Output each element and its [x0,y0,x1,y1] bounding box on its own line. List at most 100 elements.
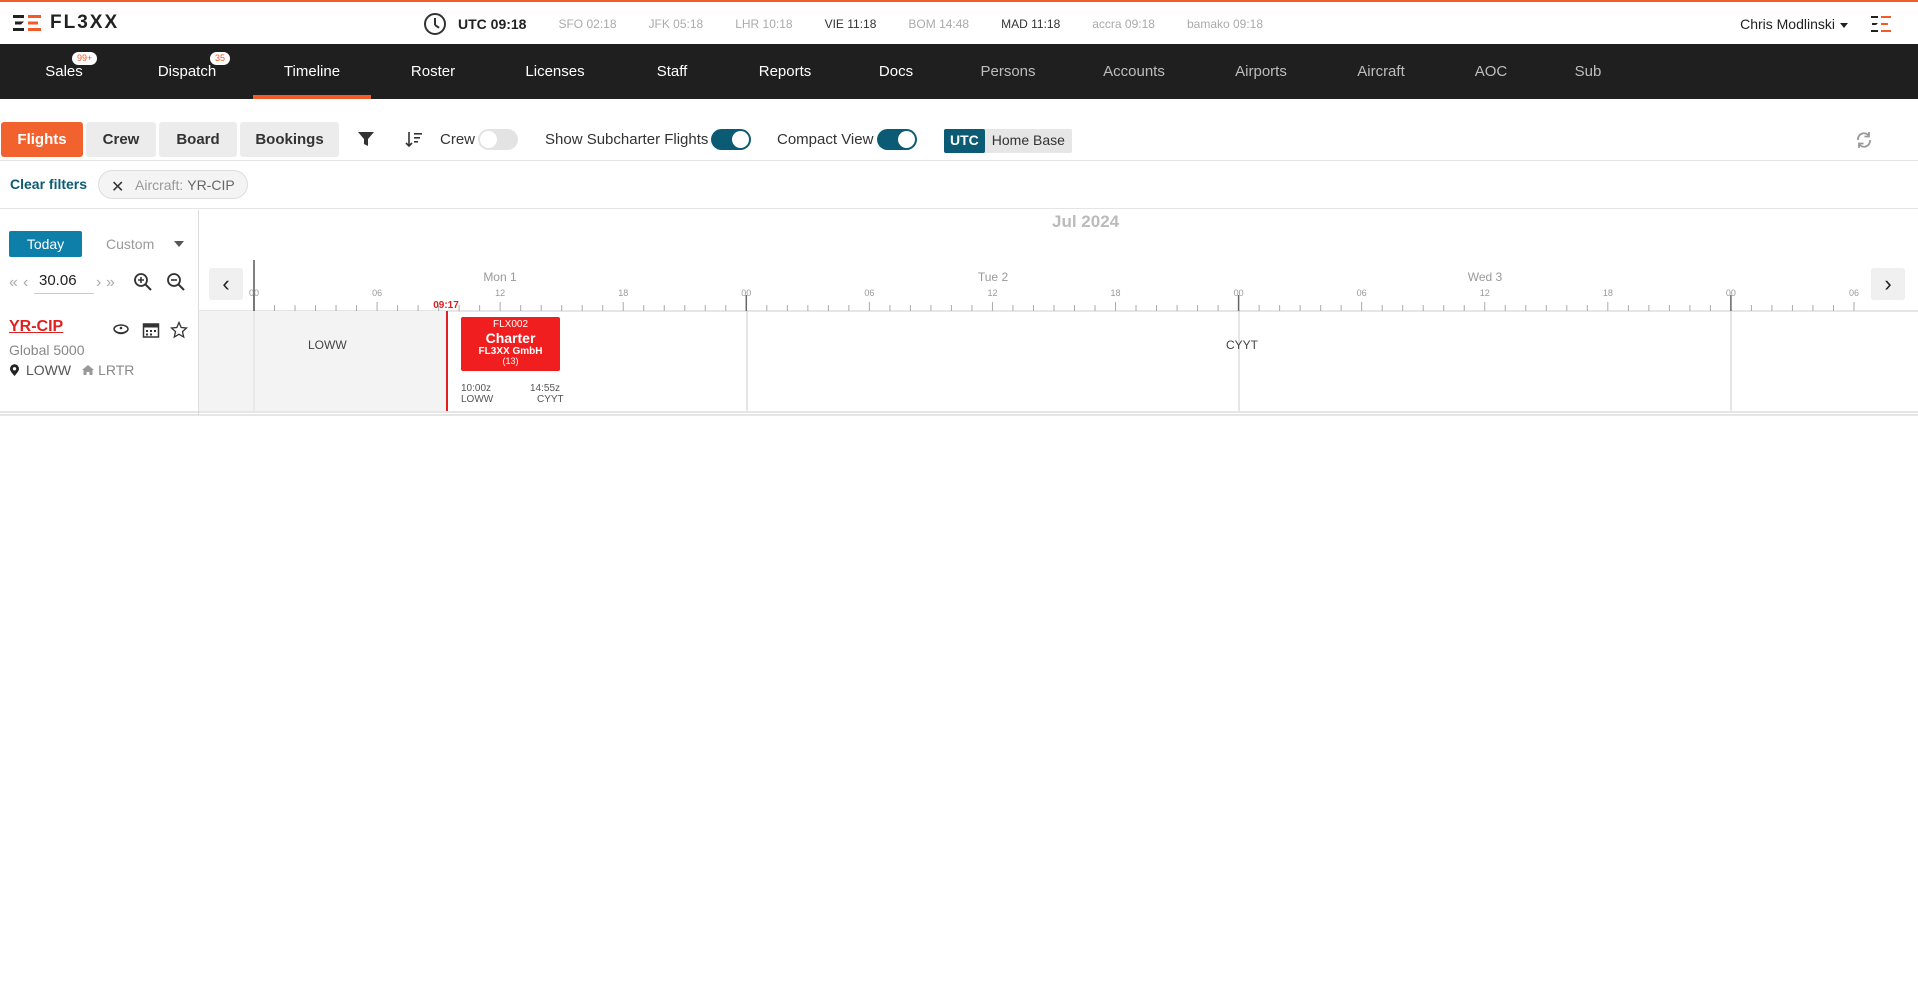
compact-view-toggle[interactable] [877,129,917,150]
day-label-mon: Mon 1 [483,270,517,284]
toggle-knob [732,131,749,148]
day-label-wed: Wed 3 [1468,270,1503,284]
nav-sub-label: Sub [1574,63,1602,80]
nav-accounts[interactable]: Accounts [1065,44,1203,99]
departure-time: 10:00z [461,383,492,394]
tz-sfo: SFO 02:18 [558,17,617,31]
toggle-knob [480,131,497,148]
nav-aircraft-label: Aircraft [1357,63,1405,80]
nav-roster[interactable]: Roster [371,44,495,99]
compact-view-label: Compact View [777,131,874,148]
main-nav: Sales 99+ Dispatch 35 Timeline Roster Li… [0,44,1918,99]
app-logo[interactable]: FL3XX [12,11,119,35]
subcharter-toggle[interactable] [711,129,751,150]
nav-staff[interactable]: Staff [615,44,729,99]
tab-crew[interactable]: Crew [86,122,156,157]
tab-bookings[interactable]: Bookings [240,122,339,157]
world-clocks: UTC 09:18 SFO 02:18 JFK 05:18 LHR 10:18 … [424,13,1295,35]
logo-text: FL3XX [50,12,120,33]
crew-toggle-label: Crew [440,131,476,148]
nav-sales-label: Sales [45,63,83,80]
nav-reports[interactable]: Reports [729,44,841,99]
sort-icon[interactable] [405,130,423,148]
current-time-label: 09:17 [433,300,459,311]
nav-timeline-label: Timeline [283,63,341,80]
nav-airports[interactable]: Airports [1203,44,1319,99]
timeline-ruler: 00 06 12 18 00 06 12 18 00 06 12 18 00 06 Mon 1 Tue 2… [199,260,1918,312]
tz-bamako: bamako 09:18 [1186,17,1264,31]
range-select[interactable]: Custom [106,231,194,257]
ruler-hour-label: 18 [1111,288,1121,298]
nav-timeline[interactable]: Timeline [253,44,371,99]
nav-dispatch-label: Dispatch [157,63,217,80]
filter-chip-label: Aircraft: [135,176,184,193]
tab-flights[interactable]: Flights [1,122,83,157]
utc-option[interactable]: UTC [944,129,985,153]
tz-accra: accra 09:18 [1092,17,1155,31]
today-button[interactable]: Today [9,231,82,257]
ruler-hour-label: 00 [249,288,259,298]
flight-block[interactable]: FLX002 Charter FL3XX GmbH (13) [461,317,560,371]
tz-bom: BOM 14:48 [908,17,970,31]
ruler-hour-label: 06 [1357,288,1367,298]
nav-docs[interactable]: Docs [841,44,951,99]
top-bar: FL3XX UTC 09:18 SFO 02:18 JFK 05:18 LHR … [0,2,1918,44]
remove-filter-icon[interactable]: ✕ [111,177,124,197]
home-base-option[interactable]: Home Base [985,129,1072,153]
refresh-icon[interactable] [1854,130,1874,150]
nav-aoc[interactable]: AOC [1443,44,1539,99]
toolbar-divider [0,160,1918,161]
logo-mark-icon [13,15,41,31]
crew-toggle[interactable] [478,129,518,150]
nav-accounts-label: Accounts [1103,63,1165,80]
arrival-airport: CYYT [537,394,564,405]
ruler-hour-label: 18 [1603,288,1613,298]
month-label: Jul 2024 [1052,212,1120,231]
nav-licenses-label: Licenses [525,63,585,80]
flight-pax-count: (13) [502,356,519,366]
nav-sales[interactable]: Sales 99+ [0,44,128,99]
ruler-hour-label: 06 [864,288,874,298]
departure-airport: LOWW [461,394,494,405]
flight-type: Charter [485,330,536,346]
range-select-value: Custom [106,236,155,252]
nav-aoc-label: AOC [1474,63,1508,80]
nav-dispatch[interactable]: Dispatch 35 [128,44,246,99]
arrival-time: 14:55z [530,383,561,394]
airport-segment-loww: LOWW [308,338,347,352]
ruler-hour-label: 12 [987,288,997,298]
nav-roster-label: Roster [410,63,456,80]
ruler-hour-label: 00 [1234,288,1244,298]
toggle-knob [898,131,915,148]
filters-divider [0,208,1918,209]
nav-licenses[interactable]: Licenses [495,44,615,99]
timezone-switch[interactable]: UTC Home Base [944,129,1072,153]
sales-count-badge: 99+ [72,52,98,65]
filter-chip-value: YR-CIP [187,176,235,193]
tz-vie: VIE 11:18 [824,17,877,31]
user-menu[interactable]: Chris Modlinski [1740,16,1848,32]
nav-staff-label: Staff [656,63,688,80]
nav-sub[interactable]: Sub [1539,44,1637,99]
flight-number: FLX002 [492,319,529,330]
tz-jfk: JFK 05:18 [648,17,704,31]
nav-persons[interactable]: Persons [951,44,1065,99]
filter-icon[interactable] [357,130,375,148]
utc-clock: UTC 09:18 [458,16,527,32]
ruler-hour-label: 00 [1726,288,1736,298]
nav-docs-label: Docs [878,63,914,80]
airport-segment-cyyt: CYYT [1226,338,1259,352]
nav-aircraft[interactable]: Aircraft [1319,44,1443,99]
timeline-toolbar: Flights Crew Board Bookings Crew Show Su… [0,122,1918,158]
clear-filters-link[interactable]: Clear filters [10,176,87,192]
tab-board[interactable]: Board [159,122,237,157]
nav-airports-label: Airports [1235,63,1287,80]
ruler-hour-label: 06 [1849,288,1859,298]
nav-persons-label: Persons [980,63,1036,80]
ruler-hour-label: 06 [372,288,382,298]
tz-mad: MAD 11:18 [1001,17,1061,31]
nav-reports-label: Reports [758,63,812,80]
app-switcher-icon[interactable] [1871,15,1893,33]
ruler-hour-label: 12 [495,288,505,298]
clock-icon [424,13,446,35]
